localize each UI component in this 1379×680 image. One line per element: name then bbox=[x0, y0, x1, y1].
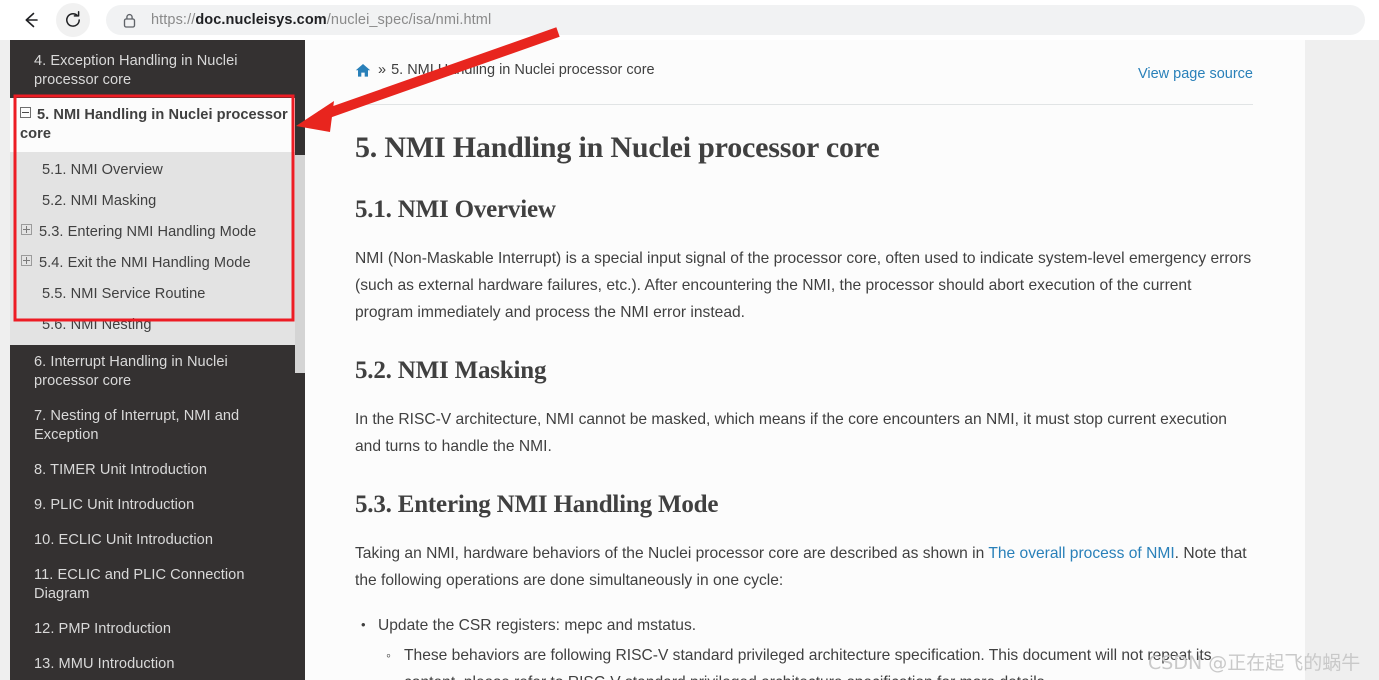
bullet-sublist: These behaviors are following RISC-V sta… bbox=[378, 642, 1253, 680]
sidebar-sublist-5: 5.1. NMI Overview 5.2. NMI Masking 5.3. … bbox=[10, 152, 305, 345]
url-path: /nuclei_spec/isa/nmi.html bbox=[326, 12, 492, 28]
plus-toggle-icon[interactable] bbox=[21, 255, 32, 266]
bullet-text: Update the CSR registers: mepc and mstat… bbox=[378, 616, 697, 634]
docs-content: » 5. NMI Handling in Nuclei processor co… bbox=[305, 40, 1305, 680]
sidebar-item-11[interactable]: 11. ECLIC and PLIC Connection Diagram bbox=[10, 558, 305, 612]
csdn-watermark: CSDN @正在起飞的蜗牛 bbox=[1148, 652, 1361, 674]
breadcrumb-current[interactable]: 5. NMI Handling in Nuclei processor core bbox=[391, 62, 655, 78]
back-arrow-icon bbox=[25, 12, 38, 28]
sidebar-item-10[interactable]: 10. ECLIC Unit Introduction bbox=[10, 523, 305, 558]
docs-sidebar-nav[interactable]: 4. Exception Handling in Nuclei processo… bbox=[10, 40, 305, 680]
breadcrumb-row: » 5. NMI Handling in Nuclei processor co… bbox=[355, 62, 1253, 82]
sidebar-subitem-5-2[interactable]: 5.2. NMI Masking bbox=[10, 186, 305, 217]
sidebar-subitem-5-5[interactable]: 5.5. NMI Service Routine bbox=[10, 279, 305, 310]
url-domain: doc.nucleisys.com bbox=[195, 12, 327, 28]
section-heading-5-1: 5.1. NMI Overview bbox=[355, 195, 556, 223]
url-scheme: https:// bbox=[151, 12, 196, 28]
back-button[interactable] bbox=[14, 3, 48, 37]
section-paragraph-5-3: Taking an NMI, hardware behaviors of the… bbox=[355, 540, 1253, 594]
plus-toggle-icon[interactable] bbox=[21, 224, 32, 235]
url-text: https://doc.nucleisys.com/nuclei_spec/is… bbox=[151, 12, 491, 28]
sidebar-item-4[interactable]: 4. Exception Handling in Nuclei processo… bbox=[10, 44, 305, 98]
sidebar-item-9[interactable]: 9. PLIC Unit Introduction bbox=[10, 488, 305, 523]
breadcrumb: » 5. NMI Handling in Nuclei processor co… bbox=[355, 62, 655, 78]
section-paragraph-5-2: In the RISC-V architecture, NMI cannot b… bbox=[355, 410, 1227, 455]
page-title: 5. NMI Handling in Nuclei processor core bbox=[355, 130, 880, 164]
breadcrumb-divider bbox=[355, 103, 1253, 105]
section-heading-5-2: 5.2. NMI Masking bbox=[355, 356, 547, 384]
paragraph-text-before-link: Taking an NMI, hardware behaviors of the… bbox=[355, 544, 989, 562]
list-item: Update the CSR registers: mepc and mstat… bbox=[355, 611, 1253, 680]
reload-button[interactable] bbox=[56, 3, 90, 37]
sidebar-item-6[interactable]: 6. Interrupt Handling in Nuclei processo… bbox=[10, 345, 305, 399]
sidebar-item-7[interactable]: 7. Nesting of Interrupt, NMI and Excepti… bbox=[10, 399, 305, 453]
sidebar-subitem-5-4-label: 5.4. Exit the NMI Handling Mode bbox=[39, 255, 251, 271]
overall-process-of-nmi-link[interactable]: The overall process of NMI bbox=[988, 545, 1174, 562]
sidebar-item-5-current[interactable]: 5. NMI Handling in Nuclei processor core bbox=[10, 98, 305, 152]
section-paragraph-5-1: NMI (Non-Maskable Interrupt) is a specia… bbox=[355, 249, 1252, 321]
sidebar-subitem-5-3-label: 5.3. Entering NMI Handling Mode bbox=[39, 224, 257, 240]
lock-icon bbox=[122, 12, 137, 29]
sidebar-subitem-5-6[interactable]: 5.6. NMI Nesting bbox=[10, 310, 305, 341]
home-icon[interactable] bbox=[355, 63, 371, 78]
sidebar-subitem-5-1[interactable]: 5.1. NMI Overview bbox=[10, 155, 305, 186]
bullet-list: Update the CSR registers: mepc and mstat… bbox=[355, 611, 1253, 680]
view-page-source-link[interactable]: View page source bbox=[1138, 66, 1253, 82]
minus-toggle-icon[interactable] bbox=[20, 107, 31, 118]
section-heading-5-3: 5.3. Entering NMI Handling Mode bbox=[355, 490, 719, 518]
sidebar-item-13[interactable]: 13. MMU Introduction bbox=[10, 647, 305, 680]
sidebar-item-8[interactable]: 8. TIMER Unit Introduction bbox=[10, 453, 305, 488]
sidebar-scrollbar-thumb[interactable] bbox=[295, 155, 305, 373]
sidebar-item-5-label: 5. NMI Handling in Nuclei processor core bbox=[20, 107, 288, 142]
sidebar-subitem-5-4[interactable]: 5.4. Exit the NMI Handling Mode bbox=[10, 248, 305, 279]
browser-viewport: 4. Exception Handling in Nuclei processo… bbox=[0, 40, 1379, 680]
browser-toolbar: https://doc.nucleisys.com/nuclei_spec/is… bbox=[0, 0, 1379, 40]
breadcrumb-separator: » bbox=[378, 62, 387, 78]
reload-icon bbox=[66, 11, 80, 27]
sidebar-item-12[interactable]: 12. PMP Introduction bbox=[10, 612, 305, 647]
list-item: These behaviors are following RISC-V sta… bbox=[378, 642, 1253, 680]
sidebar-subitem-5-3[interactable]: 5.3. Entering NMI Handling Mode bbox=[10, 217, 305, 248]
address-bar[interactable]: https://doc.nucleisys.com/nuclei_spec/is… bbox=[106, 5, 1365, 35]
